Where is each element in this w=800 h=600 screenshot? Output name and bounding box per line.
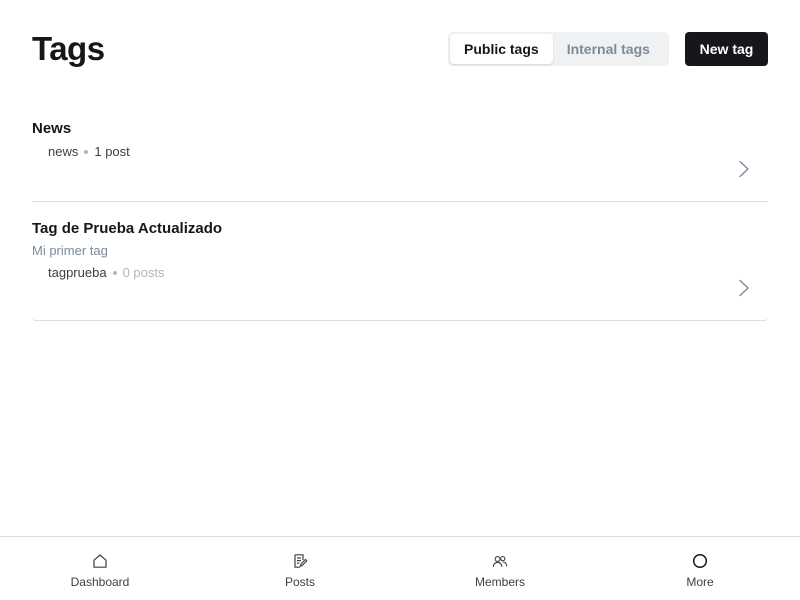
tag-row-news[interactable]: News news 1 post	[32, 102, 768, 202]
tags-page: Tags Public tags Internal tags New tag N…	[0, 0, 800, 600]
tag-post-count: 1 post	[94, 144, 130, 159]
nav-label: Members	[474, 575, 525, 589]
tag-meta: news 1 post	[48, 144, 768, 160]
tab-public-tags[interactable]: Public tags	[450, 34, 553, 64]
nav-label: More	[686, 575, 714, 589]
tag-type-toggle: Public tags Internal tags	[448, 32, 669, 66]
nav-dashboard[interactable]: Dashboard	[0, 537, 200, 600]
separator-dot	[84, 150, 89, 154]
tag-name: Tag de Prueba Actualizado	[32, 220, 223, 237]
bottom-nav: Dashboard Posts Members More	[0, 536, 800, 600]
tag-row-tagprueba[interactable]: Tag de Prueba Actualizado Mi primer tag …	[32, 202, 768, 321]
home-icon	[93, 554, 107, 568]
page-title: Tags	[32, 30, 105, 67]
separator-dot	[112, 271, 117, 275]
tag-name: News	[32, 120, 72, 137]
tag-list: News news 1 post Tag de Prueba Actualiza…	[32, 102, 768, 321]
members-icon	[492, 555, 508, 567]
more-circle-icon	[692, 553, 708, 569]
chevron-right-icon	[739, 279, 749, 297]
nav-members[interactable]: Members	[400, 537, 600, 600]
nav-posts[interactable]: Posts	[200, 537, 400, 600]
nav-label: Dashboard	[70, 575, 130, 589]
tag-slug: news	[48, 144, 79, 159]
nav-label: Posts	[284, 575, 315, 589]
posts-icon	[294, 554, 308, 568]
tab-internal-tags[interactable]: Internal tags	[553, 34, 664, 64]
chevron-right-icon	[739, 160, 749, 178]
tag-description: Mi primer tag	[32, 243, 108, 258]
new-tag-button[interactable]: New tag	[685, 32, 768, 66]
tag-meta: tagprueba 0 posts	[48, 265, 768, 281]
tag-post-count: 0 posts	[122, 265, 165, 280]
nav-more[interactable]: More	[600, 537, 800, 600]
tag-slug: tagprueba	[48, 265, 107, 280]
